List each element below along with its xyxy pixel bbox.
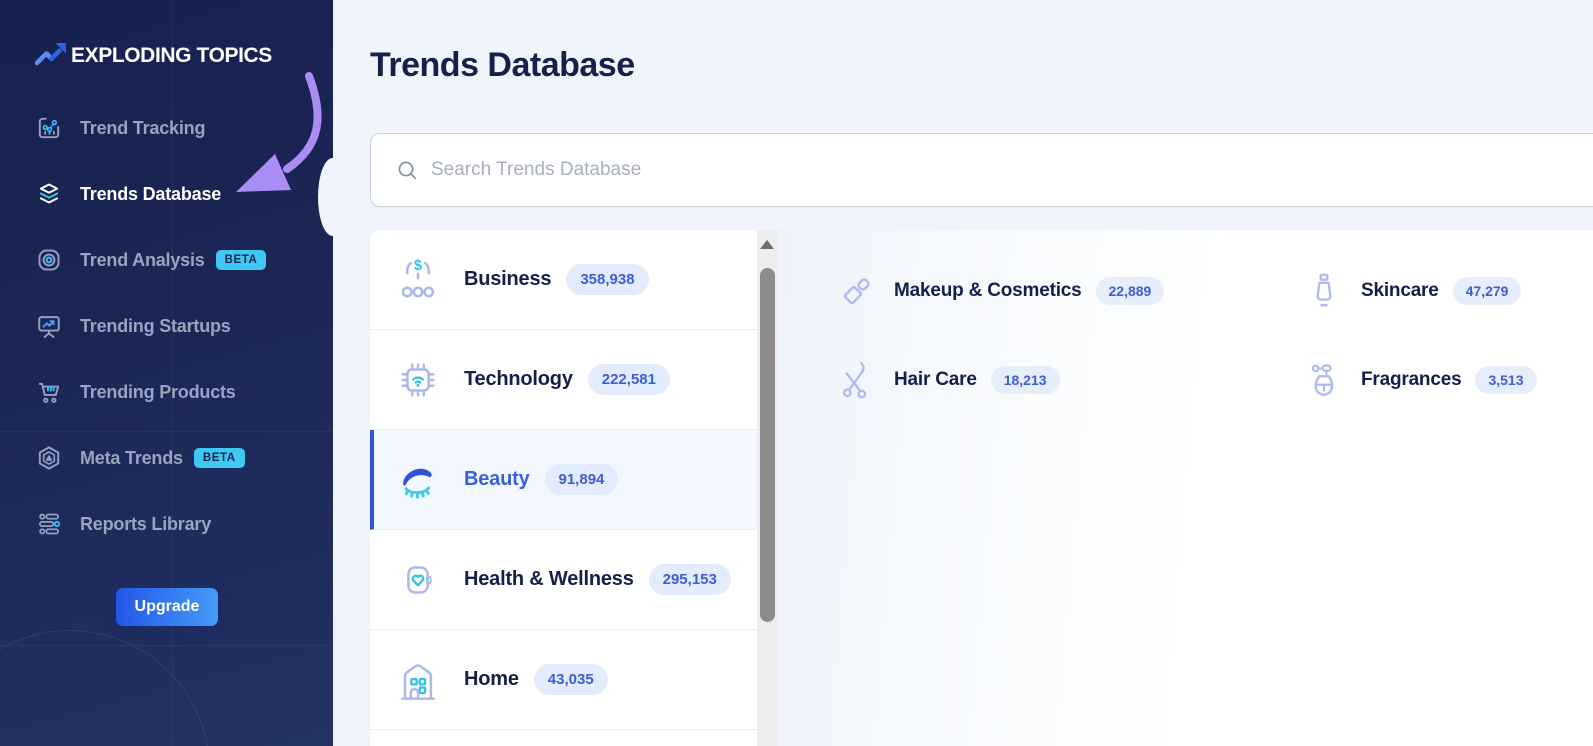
category-label: Business (464, 268, 551, 291)
subcategory-panel: Makeup & Cosmetics 22,889 Skincare 47,27… (778, 230, 1593, 746)
sidebar-item-trends-database[interactable]: Trends Database (0, 161, 333, 227)
subcategory-label: Fragrances (1361, 369, 1461, 391)
subcategory-makeup-cosmetics[interactable]: Makeup & Cosmetics 22,889 (836, 267, 1164, 315)
subcategory-count-badge: 3,513 (1475, 366, 1536, 394)
subcategory-label: Makeup & Cosmetics (894, 280, 1082, 302)
category-count-badge: 295,153 (649, 564, 731, 595)
subcategory-label: Hair Care (894, 369, 977, 391)
category-count-badge: 222,581 (588, 364, 670, 395)
sidebar-item-label: Reports Library (80, 514, 211, 535)
category-label: Home (464, 668, 519, 691)
sidebar-decor-circle (0, 630, 210, 746)
search-bar[interactable] (370, 133, 1593, 207)
sidebar-item-label: Meta Trends (80, 448, 183, 469)
subcategory-label: Skincare (1361, 280, 1439, 302)
trends-database-icon (36, 181, 62, 207)
search-input[interactable] (431, 159, 1593, 181)
trending-startups-icon (36, 313, 62, 339)
main-content: Trends Database $ B (333, 0, 1593, 746)
health-wellness-icon (395, 557, 441, 603)
sidebar-item-trend-analysis[interactable]: Trend Analysis BETA (0, 227, 333, 293)
trending-products-icon (36, 379, 62, 405)
sidebar-item-label: Trending Products (80, 382, 236, 403)
home-icon (395, 657, 441, 703)
reports-library-icon (36, 511, 62, 537)
category-count-badge: 43,035 (534, 664, 608, 695)
category-label: Beauty (464, 468, 530, 491)
beauty-icon (395, 457, 441, 503)
sidebar-item-trending-products[interactable]: Trending Products (0, 359, 333, 425)
category-row-health-wellness[interactable]: Health & Wellness 295,153 (370, 530, 757, 630)
sidebar-item-label: Trending Startups (80, 316, 231, 337)
trend-tracking-icon (36, 115, 62, 141)
beta-badge: BETA (216, 250, 267, 270)
upgrade-button[interactable]: Upgrade (116, 588, 218, 626)
subcategory-hair-care[interactable]: Hair Care 18,213 (836, 356, 1060, 404)
category-row-business[interactable]: $ Business 358,938 (370, 230, 757, 330)
makeup-cosmetics-icon (836, 270, 878, 312)
app-logo[interactable]: EXPLODING TOPICS (33, 38, 272, 73)
subcategory-count-badge: 47,279 (1453, 277, 1522, 305)
skincare-icon (1303, 270, 1345, 312)
category-label: Health & Wellness (464, 568, 634, 591)
technology-icon (395, 357, 441, 403)
logo-trend-arrow-icon (33, 38, 69, 73)
svg-text:$: $ (414, 257, 422, 273)
sidebar-nav: Trend Tracking Trends Database Trend (0, 95, 333, 557)
category-row-beauty[interactable]: Beauty 91,894 (370, 430, 757, 530)
sidebar-item-trending-startups[interactable]: Trending Startups (0, 293, 333, 359)
page-title: Trends Database (370, 46, 635, 85)
subcategory-skincare[interactable]: Skincare 47,279 (1303, 267, 1521, 315)
scrollbar-thumb[interactable] (760, 268, 775, 622)
category-row-technology[interactable]: Technology 222,581 (370, 330, 757, 430)
category-scrollbar[interactable] (757, 230, 778, 746)
trend-analysis-icon (36, 247, 62, 273)
category-row-home[interactable]: Home 43,035 (370, 630, 757, 730)
category-count-badge: 91,894 (545, 464, 619, 495)
sidebar-item-label: Trend Tracking (80, 118, 205, 139)
category-list: $ Business 358,938 Technology (370, 230, 757, 746)
subcategory-count-badge: 22,889 (1096, 277, 1165, 305)
fragrances-icon (1303, 359, 1345, 401)
sidebar-item-label: Trend Analysis (80, 250, 205, 271)
category-label: Technology (464, 368, 573, 391)
sidebar: EXPLODING TOPICS Trend Tracking (0, 0, 333, 746)
logo-text: EXPLODING TOPICS (71, 44, 272, 68)
search-icon (397, 160, 418, 181)
business-icon: $ (395, 257, 441, 303)
subcategory-fragrances[interactable]: Fragrances 3,513 (1303, 356, 1537, 404)
subcategory-count-badge: 18,213 (991, 366, 1060, 394)
scroll-up-arrow-icon[interactable] (760, 240, 774, 249)
beta-badge: BETA (194, 448, 245, 468)
category-count-badge: 358,938 (566, 264, 648, 295)
sidebar-item-trend-tracking[interactable]: Trend Tracking (0, 95, 333, 161)
sidebar-item-reports-library[interactable]: Reports Library (0, 491, 333, 557)
meta-trends-icon (36, 445, 62, 471)
hair-care-icon (836, 359, 878, 401)
sidebar-item-label: Trends Database (80, 184, 221, 205)
sidebar-item-meta-trends[interactable]: Meta Trends BETA (0, 425, 333, 491)
